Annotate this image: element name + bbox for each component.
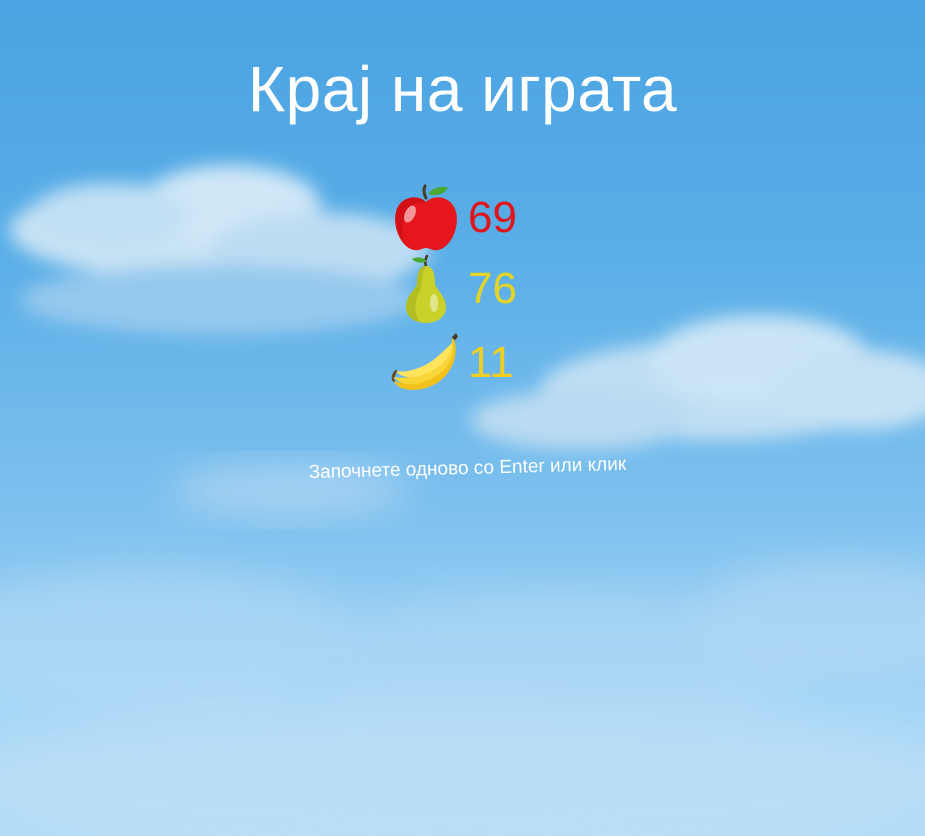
- score-row-banana: 11: [390, 328, 514, 398]
- apple-icon: [395, 184, 457, 251]
- banana-icon: [391, 333, 458, 390]
- banana-score: 11: [468, 338, 514, 387]
- score-row-apple: 69: [390, 183, 517, 253]
- lower-haze: [0, 560, 925, 836]
- pear-score: 76: [468, 264, 517, 313]
- cloud-right: [470, 315, 925, 450]
- game-over-title: Крај на играта: [247, 53, 678, 125]
- apple-score: 69: [468, 193, 517, 242]
- pear-icon: [406, 254, 446, 323]
- score-row-pear: 76: [390, 254, 517, 324]
- cloud-left: [10, 165, 430, 335]
